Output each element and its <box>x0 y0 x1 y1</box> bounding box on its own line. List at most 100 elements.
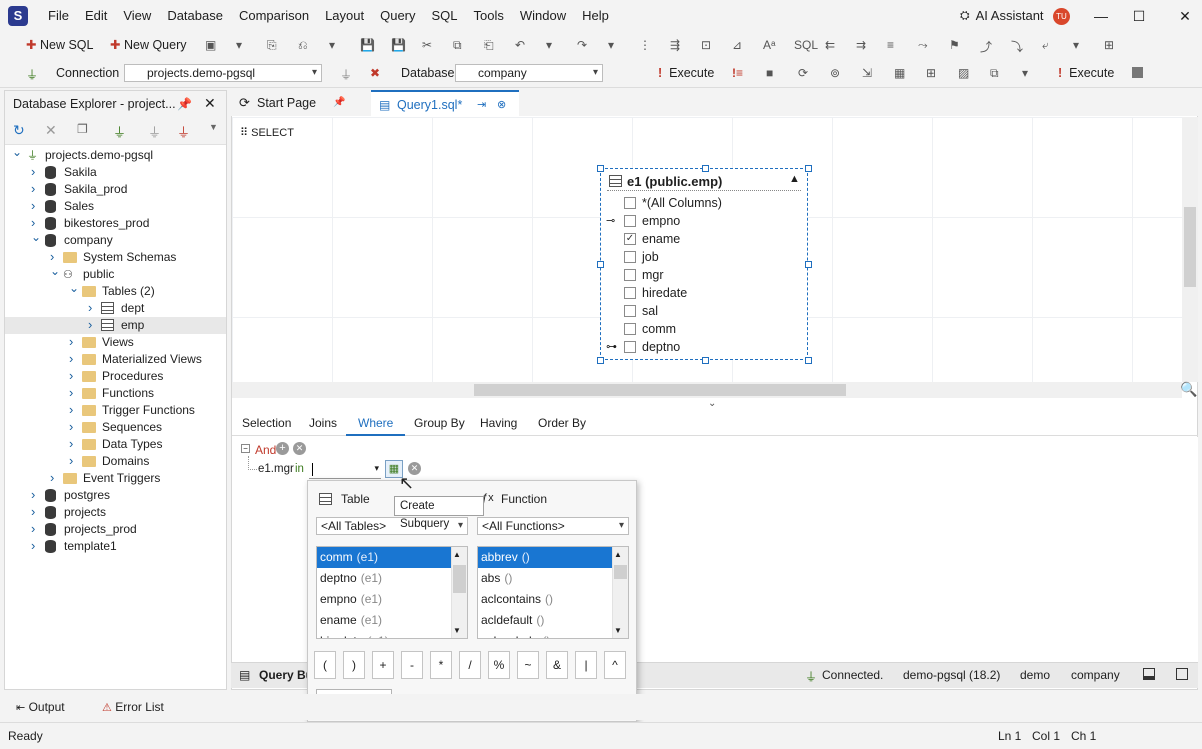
menu-file[interactable]: File <box>40 8 77 24</box>
exec-toolbar-icon-5[interactable]: ⊞ <box>926 66 936 80</box>
resize-handle[interactable] <box>597 261 604 268</box>
toolbar-icon-12[interactable]: ↷ <box>577 38 587 52</box>
scroll-up-icon[interactable]: ▲ <box>614 550 622 559</box>
edit-connection-icon[interactable]: ⏚ <box>148 122 161 141</box>
operator-button[interactable]: + <box>372 651 394 679</box>
toolbar-icon-2[interactable]: ⎘ <box>267 38 277 53</box>
chevron-right-icon[interactable]: › <box>69 367 73 384</box>
tree-item[interactable]: ⌄ company <box>5 230 226 249</box>
tree-item[interactable]: › dept <box>5 300 226 317</box>
chevron-right-icon[interactable]: › <box>69 401 73 418</box>
column-checkbox[interactable] <box>624 251 636 263</box>
new-connection-icon[interactable]: ⏚ <box>113 122 126 141</box>
menu-sql[interactable]: SQL <box>424 8 466 24</box>
layout-full-icon[interactable] <box>1176 668 1188 680</box>
entity-column[interactable]: *(All Columns) <box>601 194 807 212</box>
resize-handle[interactable] <box>805 165 812 172</box>
function-list-item[interactable]: acldefault() <box>478 610 612 631</box>
vertical-scrollbar-thumb[interactable] <box>1184 207 1196 287</box>
function-list-item[interactable]: aclexplode () <box>478 631 612 638</box>
toolbar-icon-7[interactable]: ✂ <box>422 38 432 52</box>
tab-order-by[interactable]: Order By <box>538 410 586 436</box>
ai-assistant-button[interactable]: ⛭ AI Assistant <box>960 8 1044 23</box>
tree-item[interactable]: › Data Types <box>5 436 226 453</box>
delete-icon[interactable]: ✕ <box>45 122 57 139</box>
resize-handle[interactable] <box>805 357 812 364</box>
entity-column[interactable]: job <box>601 248 807 266</box>
toolbar-icon-14[interactable]: ⋮ <box>639 38 651 52</box>
column-list-item[interactable]: hiredate (e1) <box>317 631 451 638</box>
operator-button[interactable]: | <box>575 651 597 679</box>
functions-list-scrollbar[interactable]: ▲ ▼ <box>612 547 628 638</box>
function-list-item[interactable]: abbrev() <box>478 547 612 568</box>
tree-item[interactable]: › Materialized Views <box>5 351 226 368</box>
chevron-right-icon[interactable]: › <box>31 503 35 520</box>
column-checkbox[interactable] <box>624 197 636 209</box>
pin-tab-icon[interactable]: 📌 <box>333 90 345 116</box>
entity-column[interactable]: comm <box>601 320 807 338</box>
splitter-chevron-icon[interactable]: ⌄ <box>708 398 716 409</box>
execute-button[interactable]: ! Execute <box>658 66 714 80</box>
tree-item[interactable]: › System Schemas <box>5 249 226 266</box>
tree-item[interactable]: › postgres <box>5 487 226 504</box>
exec-toolbar-icon-4[interactable]: ▦ <box>894 66 905 80</box>
toolbar-icon-21[interactable]: ⇉ <box>856 38 866 52</box>
close-tab-icon[interactable]: ⊗ <box>497 92 506 118</box>
tree-item[interactable]: › Sakila <box>5 164 226 181</box>
operator-button[interactable]: - <box>401 651 423 679</box>
chevron-down-icon[interactable]: ⌄ <box>50 263 60 280</box>
toolbar-icon-29[interactable]: ⊞ <box>1104 38 1114 52</box>
and-group-label[interactable]: And <box>255 443 276 457</box>
toolbar-icon-18[interactable]: Aᵃ <box>763 38 775 52</box>
entity-column[interactable]: ⊶ deptno <box>601 338 807 356</box>
chevron-right-icon[interactable]: › <box>31 486 35 503</box>
operator-button[interactable]: ~ <box>517 651 539 679</box>
column-checkbox[interactable]: ✓ <box>624 233 636 245</box>
toolbar-icon-11[interactable]: ▾ <box>546 38 552 52</box>
operator-button[interactable]: ) <box>343 651 365 679</box>
toolbar-icon-16[interactable]: ⊡ <box>701 38 711 52</box>
exec-toolbar-icon-2[interactable]: ⊚ <box>830 66 840 80</box>
tab-query1[interactable]: ▤ Query1.sql* ⇥ ⊗ <box>371 90 519 116</box>
chevron-down-icon[interactable]: ▼ <box>209 122 218 132</box>
exec-toolbar-icon-7[interactable]: ⧉ <box>990 66 999 81</box>
value-dropdown-icon[interactable]: ▾ <box>374 463 379 474</box>
function-list-item[interactable]: abs() <box>478 568 612 589</box>
toolbar-icon-24[interactable]: ⚑ <box>949 38 960 52</box>
toolbar-icon-22[interactable]: ≡ <box>887 38 894 52</box>
entity-column[interactable]: mgr <box>601 266 807 284</box>
toolbar-icon-28[interactable]: ▾ <box>1073 38 1079 52</box>
toolbar-icon-10[interactable]: ↶ <box>515 38 525 52</box>
columns-list-scrollbar[interactable]: ▲ ▼ <box>451 547 467 638</box>
resize-handle[interactable] <box>805 261 812 268</box>
column-list-item[interactable]: ename (e1) <box>317 610 451 631</box>
output-tab[interactable]: ⇤ Output <box>16 700 65 714</box>
chevron-right-icon[interactable]: › <box>31 520 35 537</box>
chevron-right-icon[interactable]: › <box>88 316 92 333</box>
database-select[interactable]: company <box>455 64 603 82</box>
execute-current-icon[interactable]: !≡ <box>732 66 743 80</box>
tree-item[interactable]: › Views <box>5 334 226 351</box>
horizontal-scrollbar-thumb[interactable] <box>474 384 846 396</box>
chevron-right-icon[interactable]: › <box>31 197 35 214</box>
condition-operator[interactable]: in <box>295 463 304 475</box>
new-query-button[interactable]: ✚ New Query <box>110 38 187 52</box>
vertical-scrollbar[interactable] <box>1182 117 1198 382</box>
column-list-item[interactable]: comm (e1) <box>317 547 451 568</box>
avatar[interactable]: TU <box>1053 8 1070 25</box>
toolbar-icon-23[interactable]: ⤳ <box>918 38 928 53</box>
chevron-right-icon[interactable]: › <box>69 333 73 350</box>
tab-start-page[interactable]: ⟳ Start Page 📌 <box>231 90 368 116</box>
tree-item[interactable]: › Sales <box>5 198 226 215</box>
exec-toolbar-icon-3[interactable]: ⇲ <box>862 66 872 80</box>
error-list-tab[interactable]: ⚠ Error List <box>102 700 164 714</box>
chevron-right-icon[interactable]: › <box>50 469 54 486</box>
function-list-item[interactable]: aclcontains() <box>478 589 612 610</box>
resize-handle[interactable] <box>702 165 709 172</box>
tab-group-by[interactable]: Group By <box>414 410 465 436</box>
scroll-up-icon[interactable]: ▲ <box>453 550 461 559</box>
collapse-entity-icon[interactable]: ▲ <box>789 173 800 185</box>
tree-item[interactable]: › Domains <box>5 453 226 470</box>
chevron-right-icon[interactable]: › <box>69 350 73 367</box>
tree-item[interactable]: ⌄ Tables (2) <box>5 281 226 300</box>
